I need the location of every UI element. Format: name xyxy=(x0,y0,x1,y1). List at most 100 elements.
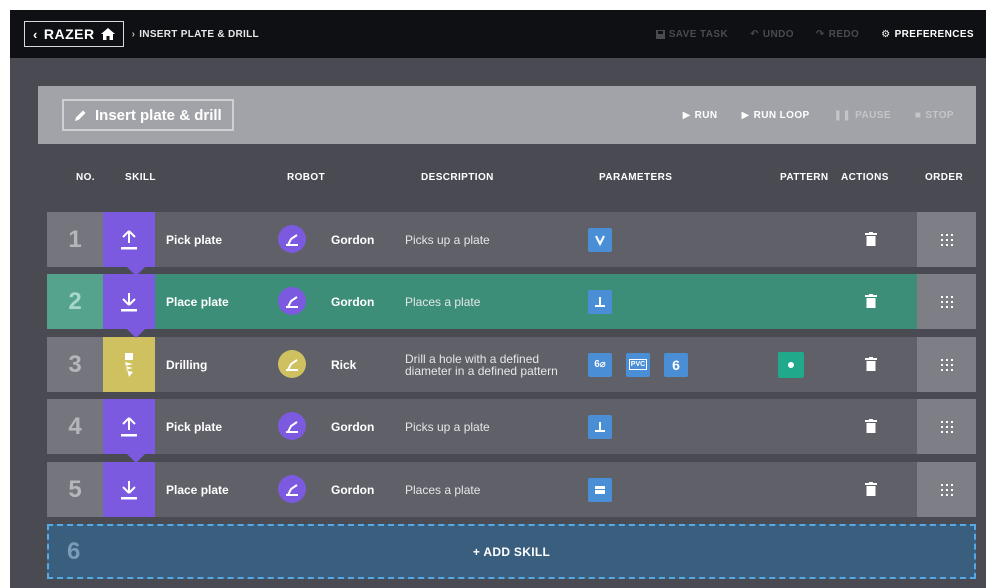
drag-handle-icon[interactable] xyxy=(917,212,976,267)
col-robot: ROBOT xyxy=(287,172,326,183)
run-label: RUN xyxy=(694,109,718,121)
position-param-icon[interactable] xyxy=(588,414,612,439)
robot-name: Rick xyxy=(331,357,357,372)
grip-param-icon[interactable] xyxy=(588,227,612,252)
diameter-param[interactable]: 6⌀ xyxy=(588,352,612,377)
preferences-label: PREFERENCES xyxy=(894,28,974,40)
stop-icon: ■ xyxy=(914,109,922,121)
skill-description: Picks up a plate xyxy=(405,232,490,247)
redo-button[interactable]: ↷ REDO xyxy=(816,29,859,40)
run-loop-label: RUN LOOP xyxy=(753,109,810,121)
table-row[interactable]: 2 Place plate Gordon Places a plate xyxy=(47,274,976,329)
redo-icon: ↷ xyxy=(815,28,825,40)
skill-connector xyxy=(127,329,145,338)
undo-icon: ↶ xyxy=(750,28,759,40)
undo-button[interactable]: ↶ UNDO xyxy=(750,29,794,40)
add-skill-label: + ADD SKILL xyxy=(472,544,551,559)
trash-icon[interactable] xyxy=(862,355,880,373)
drag-handle-icon[interactable] xyxy=(917,462,976,517)
table-row[interactable]: 3 Drilling Rick Drill a hole with a defi… xyxy=(47,337,976,392)
stop-button[interactable]: ■ STOP xyxy=(915,110,954,121)
skill-description: Drill a hole with a defined diameter in … xyxy=(405,351,558,378)
task-name-button[interactable]: Insert plate & drill xyxy=(62,99,234,131)
run-actions: ▶ RUN ▶ RUN LOOP ❚❚ PAUSE ■ STOP xyxy=(683,110,976,121)
task-workspace: Insert plate & drill ▶ RUN ▶ RUN LOOP ❚❚… xyxy=(10,58,986,588)
play-loop-icon: ▶ xyxy=(741,109,750,121)
robot-arm-icon xyxy=(278,225,306,253)
table-row[interactable]: 4 Pick plate Gordon Picks up a plate xyxy=(47,399,976,454)
pick-icon xyxy=(103,212,155,267)
table-row[interactable]: 5 Place plate Gordon Places a plate xyxy=(47,462,976,517)
home-button[interactable]: ‹ RAZER xyxy=(24,21,124,47)
count-param[interactable]: 6 xyxy=(664,352,688,377)
chevron-left-icon: ‹ xyxy=(33,26,38,42)
add-skill-button[interactable]: 6 + ADD SKILL xyxy=(47,524,976,579)
run-loop-button[interactable]: ▶ RUN LOOP xyxy=(742,110,810,121)
row-number: 4 xyxy=(47,399,103,454)
run-button[interactable]: ▶ RUN xyxy=(683,110,718,121)
dot-pattern-icon xyxy=(788,362,794,368)
drag-handle-icon[interactable] xyxy=(917,399,976,454)
trash-icon[interactable] xyxy=(862,230,880,248)
row-number: 5 xyxy=(47,462,103,517)
col-actions: ACTIONS xyxy=(841,172,889,183)
save-task-button[interactable]: SAVE TASK xyxy=(655,28,729,40)
skill-name: Drilling xyxy=(166,357,208,372)
top-actions: SAVE TASK ↶ UNDO ↷ REDO ⚙ PREFERENCES xyxy=(655,28,986,40)
material-param[interactable]: PVC xyxy=(626,352,650,377)
task-name: Insert plate & drill xyxy=(95,106,222,124)
brand-label: RAZER xyxy=(43,26,95,42)
breadcrumb-current: INSERT PLATE & DRILL xyxy=(139,28,259,40)
breadcrumb: › INSERT PLATE & DRILL xyxy=(132,29,259,40)
robot-arm-icon xyxy=(278,350,306,378)
skill-name: Place plate xyxy=(166,482,229,497)
skill-description: Picks up a plate xyxy=(405,419,490,434)
robot-arm-icon xyxy=(278,287,306,315)
drag-handle-icon[interactable] xyxy=(917,274,976,329)
parameters: 6⌀ PVC 6 xyxy=(588,337,688,392)
table-row[interactable]: 1 Pick plate Gordon Picks up a plate xyxy=(47,212,976,267)
col-description: DESCRIPTION xyxy=(421,172,494,183)
robot-arm-icon xyxy=(278,412,306,440)
place-icon xyxy=(103,274,155,329)
row-number: 3 xyxy=(47,337,103,392)
position-param-icon[interactable] xyxy=(588,289,612,314)
undo-label: UNDO xyxy=(762,28,794,40)
save-icon xyxy=(655,29,665,39)
task-toolbar: Insert plate & drill ▶ RUN ▶ RUN LOOP ❚❚… xyxy=(38,86,976,144)
parameters xyxy=(588,212,612,267)
skill-name: Pick plate xyxy=(166,232,223,247)
robot-arm-icon xyxy=(278,475,306,503)
drill-icon xyxy=(103,337,155,392)
trash-icon[interactable] xyxy=(862,417,880,435)
chevron-right-icon: › xyxy=(131,28,136,40)
pause-button[interactable]: ❚❚ PAUSE xyxy=(834,110,891,121)
col-no: NO. xyxy=(76,172,95,183)
preferences-button[interactable]: ⚙ PREFERENCES xyxy=(881,29,974,40)
skill-name: Pick plate xyxy=(166,419,223,434)
trash-icon[interactable] xyxy=(862,480,880,498)
col-pattern: PATTERN xyxy=(780,172,829,183)
skill-connector xyxy=(127,267,145,276)
save-task-label: SAVE TASK xyxy=(668,28,729,40)
stop-label: STOP xyxy=(925,109,954,121)
material-param-label: PVC xyxy=(628,359,648,370)
row-number: 6 xyxy=(67,537,81,565)
col-parameters: PARAMETERS xyxy=(599,172,673,183)
drag-handle-icon[interactable] xyxy=(917,337,976,392)
home-icon xyxy=(100,28,115,40)
plate-param-icon[interactable] xyxy=(588,477,612,502)
skill-description: Places a plate xyxy=(405,294,481,309)
pattern-button[interactable] xyxy=(778,352,804,378)
robot-name: Gordon xyxy=(331,419,375,434)
top-bar: ‹ RAZER › INSERT PLATE & DRILL SAVE TASK … xyxy=(10,10,986,58)
pick-icon xyxy=(103,399,155,454)
row-number: 1 xyxy=(47,212,103,267)
skill-name: Place plate xyxy=(166,294,229,309)
row-number: 2 xyxy=(47,274,103,329)
redo-label: REDO xyxy=(828,28,860,40)
pause-label: PAUSE xyxy=(855,109,891,121)
pencil-icon xyxy=(75,110,86,121)
trash-icon[interactable] xyxy=(862,292,880,310)
parameters xyxy=(588,274,612,329)
